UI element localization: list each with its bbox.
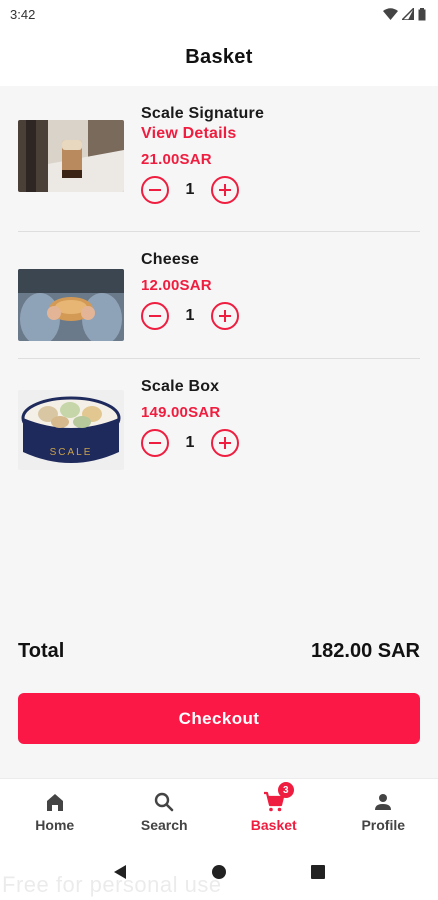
quantity-stepper: 1	[141, 176, 264, 204]
person-icon	[375, 794, 392, 810]
total-label: Total	[18, 640, 65, 662]
product-image-cheese	[18, 269, 124, 341]
increase-quantity-button[interactable]	[211, 302, 239, 330]
basket-item: Scale Signature View Details 21.00SAR 1	[0, 86, 438, 232]
item-price: 149.00SAR	[141, 404, 221, 421]
wifi-icon	[383, 8, 398, 20]
nav-label: Profile	[361, 817, 406, 833]
increase-quantity-button[interactable]	[211, 176, 239, 204]
nav-label: Basket	[250, 817, 297, 833]
item-name: Cheese	[141, 251, 200, 268]
nav-item-basket[interactable]: 3 Basket	[219, 779, 329, 844]
view-details-link[interactable]: View Details	[141, 124, 264, 144]
increase-quantity-button[interactable]	[211, 429, 239, 457]
box-label: SCALE	[50, 447, 93, 458]
nav-item-profile[interactable]: Profile	[329, 779, 438, 844]
quantity-stepper: 1	[141, 429, 239, 457]
search-icon	[155, 792, 174, 812]
item-name: Scale Box	[141, 378, 220, 395]
home-system-button[interactable]	[207, 860, 231, 884]
product-image-coffee	[18, 120, 124, 192]
minus-icon	[149, 315, 161, 317]
basket-item: Cheese 12.00SAR 1	[0, 232, 438, 359]
quantity-value: 1	[185, 434, 195, 451]
home-icon	[46, 794, 63, 811]
basket-item: SCALE Scale Box 149.00SAR 1	[0, 359, 438, 486]
back-button[interactable]	[108, 860, 132, 884]
total-value: 182.00 SAR	[311, 640, 420, 662]
total-row: Total 182.00 SAR	[18, 640, 420, 663]
item-info: Scale Box 149.00SAR 1	[141, 377, 239, 457]
quantity-value: 1	[185, 181, 195, 198]
checkout-button[interactable]: Checkout	[18, 693, 420, 744]
back-triangle-icon	[113, 865, 126, 879]
app-header: Basket	[0, 28, 438, 86]
quantity-stepper: 1	[141, 302, 239, 330]
decrease-quantity-button[interactable]	[141, 302, 169, 330]
decrease-quantity-button[interactable]	[141, 176, 169, 204]
system-nav-bar	[0, 844, 438, 900]
item-info: Cheese 12.00SAR 1	[141, 250, 239, 330]
cart-icon-wrapper: 3	[262, 782, 294, 814]
item-name: Scale Signature	[141, 105, 265, 122]
page-title: Basket	[185, 45, 253, 68]
battery-icon	[418, 7, 426, 20]
status-bar: 3:42	[0, 0, 438, 28]
nav-label: Home	[35, 817, 75, 833]
home-circle-icon	[211, 865, 226, 879]
item-info: Scale Signature View Details 21.00SAR 1	[141, 104, 264, 204]
quantity-value: 1	[185, 307, 195, 324]
decrease-quantity-button[interactable]	[141, 429, 169, 457]
nav-label: Search	[140, 817, 188, 833]
status-icons	[383, 7, 426, 21]
minus-icon	[149, 189, 161, 191]
recents-square-icon	[311, 865, 326, 879]
nav-item-home[interactable]: Home	[0, 779, 110, 844]
recents-button[interactable]	[306, 860, 330, 884]
minus-icon	[149, 442, 161, 444]
status-time: 3:42	[10, 6, 36, 22]
signal-icon	[402, 8, 414, 20]
bottom-nav: Home Search 3 Basket Profile	[0, 778, 438, 844]
basket-list: Scale Signature View Details 21.00SAR 1	[0, 86, 438, 486]
nav-item-search[interactable]: Search	[110, 779, 220, 844]
item-price: 21.00SAR	[141, 151, 212, 168]
cart-count-badge: 3	[277, 782, 294, 798]
product-image-box: SCALE	[18, 390, 124, 470]
item-price: 12.00SAR	[141, 277, 212, 294]
